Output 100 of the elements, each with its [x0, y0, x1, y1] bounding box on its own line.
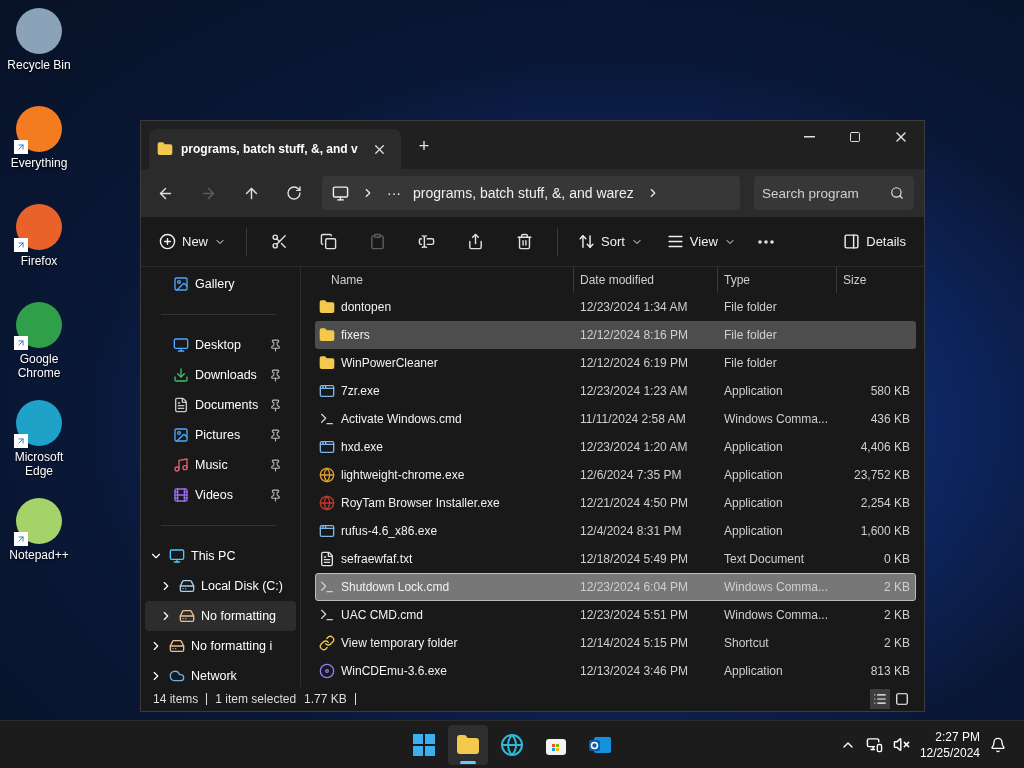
- sidebar-item[interactable]: Desktop: [145, 330, 296, 360]
- windows-logo-icon: [413, 733, 435, 756]
- desktop-icon-label[interactable]: Google Chrome: [0, 352, 78, 380]
- window-tab[interactable]: programs, batch stuff, &, and v: [149, 129, 401, 169]
- date-modified: 12/12/2024 6:19 PM: [579, 356, 690, 370]
- scissors-icon: [271, 233, 288, 250]
- file-row[interactable]: Activate Windows.cmd 11/11/2024 2:58 AM Windows Comma... 436 KB: [315, 405, 916, 433]
- file-size: 2,254 KB: [859, 496, 910, 510]
- file-name: WinPowerCleaner: [341, 356, 438, 370]
- file-size: 2 KB: [883, 580, 910, 594]
- terminal-icon: [319, 411, 335, 427]
- desktop-icon-label[interactable]: Recycle Bin: [7, 58, 71, 72]
- file-type: Text Document: [723, 552, 806, 566]
- file-row[interactable]: hxd.exe 12/23/2024 1:20 AM Application 4,406 KB: [315, 433, 916, 461]
- desktop-icon-label[interactable]: Notepad++: [9, 548, 69, 562]
- date-modified: 12/23/2024 1:34 AM: [579, 300, 689, 314]
- column-header[interactable]: Name: [315, 267, 573, 293]
- file-row[interactable]: UAC CMD.cmd 12/23/2024 5:51 PM Windows Comma... 2 KB: [315, 601, 916, 629]
- date-modified: 12/13/2024 3:46 PM: [579, 664, 690, 678]
- details-pane-button[interactable]: Details: [835, 227, 914, 256]
- document-icon: [173, 397, 189, 413]
- column-header[interactable]: Type: [717, 267, 836, 293]
- taskbar-app[interactable]: [448, 724, 488, 765]
- sidebar-item[interactable]: No formatting i: [145, 631, 296, 661]
- pin-icon: [269, 398, 282, 412]
- app-window-icon: [319, 383, 335, 399]
- sidebar-item[interactable]: This PC: [145, 541, 296, 571]
- file-name: RoyTam Browser Installer.exe: [341, 496, 500, 510]
- file-type: Application: [723, 440, 784, 454]
- bell-icon[interactable]: [990, 736, 1006, 753]
- drive-icon: [179, 578, 195, 594]
- file-size: 813 KB: [869, 664, 910, 678]
- pin-icon: [269, 368, 282, 382]
- sidebar-item[interactable]: Network: [145, 661, 296, 687]
- file-size: 436 KB: [869, 412, 910, 426]
- desktop-icon-label[interactable]: Firefox: [20, 254, 58, 268]
- sidebar-item[interactable]: Downloads: [145, 360, 296, 390]
- date-modified: 11/11/2024 2:58 AM: [579, 412, 687, 426]
- film-icon: [173, 487, 189, 503]
- file-row[interactable]: 7zr.exe 12/23/2024 1:23 AM Application 580 KB: [315, 377, 916, 405]
- share-icon: [467, 233, 484, 250]
- file-row[interactable]: lightweight-chrome.exe 12/6/2024 7:35 PM Application 23,752 KB: [315, 461, 916, 489]
- file-row[interactable]: WinPowerCleaner 12/12/2024 6:19 PM File folder: [315, 349, 916, 377]
- copy-icon: [320, 233, 337, 250]
- desktop-icon-label[interactable]: Everything: [10, 156, 68, 170]
- music-note-icon: [173, 457, 189, 473]
- network-icon[interactable]: [865, 736, 883, 753]
- clipboard-icon: [369, 233, 386, 250]
- rename-icon: [418, 233, 435, 250]
- new-button[interactable]: New: [151, 227, 234, 256]
- breadcrumb-item[interactable]: programs, batch stuff, &, and warez: [413, 185, 634, 201]
- desktop-icon-label[interactable]: Microsoft Edge: [0, 450, 78, 478]
- column-header[interactable]: Size: [836, 267, 909, 293]
- maximize-icon: [849, 131, 861, 143]
- address-bar[interactable]: ··· programs, batch stuff, &, and warez: [322, 176, 740, 210]
- file-row[interactable]: dontopen 12/23/2024 1:34 AM File folder: [315, 293, 916, 321]
- sidebar-item[interactable]: Local Disk (C:): [145, 571, 296, 601]
- sidebar-item[interactable]: Pictures: [145, 420, 296, 450]
- breadcrumb-overflow[interactable]: ···: [387, 185, 401, 201]
- search-field[interactable]: Search program: [754, 176, 914, 210]
- mute-icon[interactable]: [892, 736, 910, 753]
- file-row[interactable]: WinCDEmu-3.6.exe 12/13/2024 3:46 PM Application 813 KB: [315, 657, 916, 685]
- file-size: 580 KB: [869, 384, 910, 398]
- sort-button[interactable]: Sort: [570, 227, 651, 256]
- date-modified: 12/4/2024 8:31 PM: [579, 524, 683, 538]
- sidebar-item[interactable]: Videos: [145, 480, 296, 510]
- globe-icon: [500, 732, 524, 757]
- file-name: WinCDEmu-3.6.exe: [341, 664, 448, 678]
- list-icon: [873, 692, 887, 706]
- file-size: 1,600 KB: [859, 524, 910, 538]
- sidebar-item[interactable]: Gallery: [145, 269, 296, 299]
- column-header[interactable]: Date modified: [573, 267, 717, 293]
- file-name: hxd.exe: [341, 440, 384, 454]
- file-type: Windows Comma...: [723, 608, 830, 622]
- globe-icon: [319, 467, 335, 483]
- file-row[interactable]: fixers 12/12/2024 8:16 PM File folder: [315, 321, 916, 349]
- file-type: Application: [723, 664, 784, 678]
- file-row[interactable]: rufus-4.6_x86.exe 12/4/2024 8:31 PM Application 1,600 KB: [315, 517, 916, 545]
- sidebar-item[interactable]: No formatting: [145, 601, 296, 631]
- file-row[interactable]: sefraewfaf.txt 12/18/2024 5:49 PM Text Document 0 KB: [315, 545, 916, 573]
- file-name: Activate Windows.cmd: [341, 412, 462, 426]
- monitor-icon: [332, 184, 349, 202]
- file-row[interactable]: RoyTam Browser Installer.exe 12/21/2024 4:50 PM Application 2,254 KB: [315, 489, 916, 517]
- sidebar-item[interactable]: Documents: [145, 390, 296, 420]
- date-modified: 12/6/2024 7:35 PM: [579, 468, 683, 482]
- view-button[interactable]: View: [658, 227, 744, 256]
- app-window-icon: [319, 439, 335, 455]
- sidebar-item[interactable]: Music: [145, 450, 296, 480]
- folder-icon: [319, 299, 335, 315]
- details-view-button[interactable]: [870, 689, 890, 709]
- date-modified: 12/23/2024 6:04 PM: [579, 580, 690, 594]
- link-icon: [319, 635, 335, 651]
- cloud-icon: [169, 668, 185, 684]
- terminal-icon: [319, 579, 335, 595]
- file-row[interactable]: View temporary folder 12/14/2024 5:15 PM Shortcut 2 KB: [315, 629, 916, 657]
- selection-info: 1 item selected: [215, 692, 297, 706]
- new-tab-button[interactable]: +: [412, 130, 436, 163]
- file-row[interactable]: Shutdown Lock.cmd 12/23/2024 6:04 PM Windows Comma... 2 KB: [315, 573, 916, 601]
- trash-icon: [516, 233, 533, 250]
- clock[interactable]: 2:27 PM 12/25/2024: [919, 728, 980, 761]
